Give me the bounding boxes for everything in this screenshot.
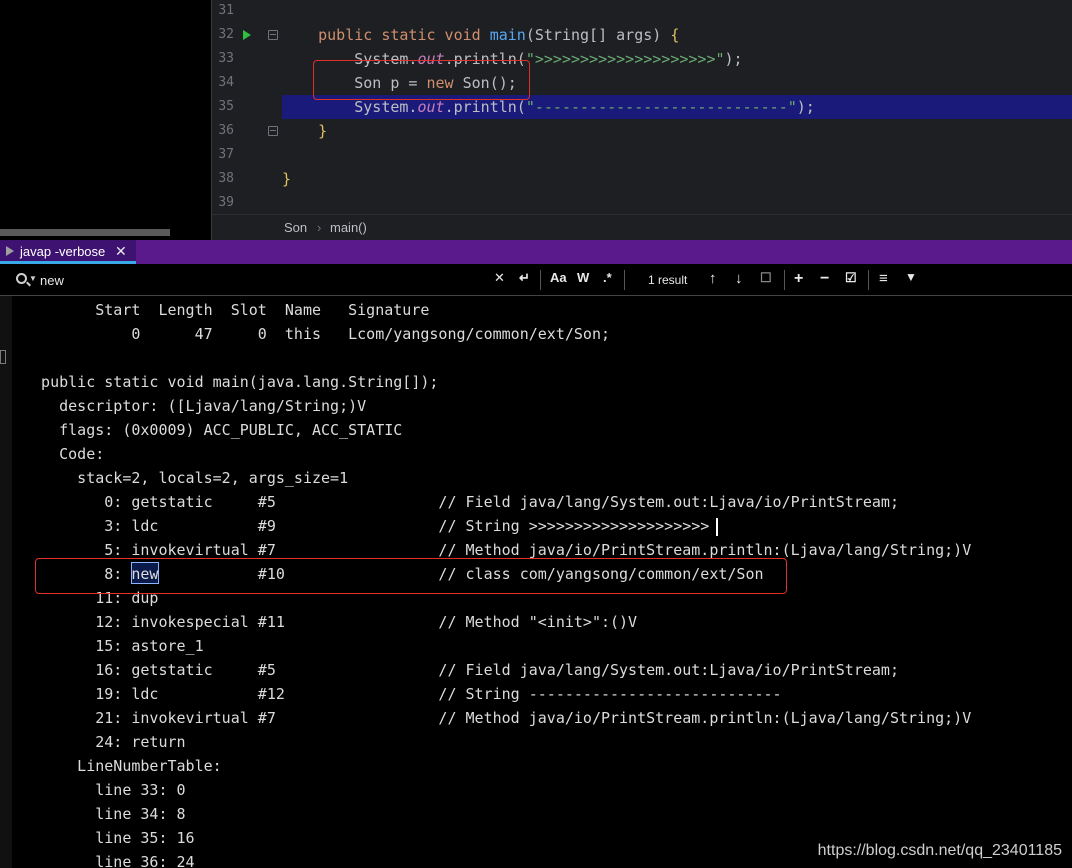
code-line[interactable]: } (282, 167, 1072, 191)
console-line: line 33: 0 (23, 781, 186, 799)
tab-javap-verbose[interactable]: javap -verbose ✕ (0, 240, 136, 264)
horizontal-scrollbar[interactable] (0, 229, 170, 236)
fold-icon[interactable] (268, 30, 278, 40)
close-icon[interactable]: ✕ (115, 243, 127, 260)
annotation-box (35, 558, 787, 594)
code-line[interactable] (282, 0, 1072, 23)
code-line[interactable]: } (282, 119, 1072, 143)
line-number: 32 (218, 27, 234, 42)
add-occurrence-icon[interactable]: + (794, 270, 803, 288)
console-line: 0 47 0 this Lcom/yangsong/common/ext/Son… (23, 325, 610, 343)
editor-gutter: 31 32 33 34 35 36 37 38 39 (212, 0, 282, 214)
console-line: 12: invokespecial #11 // Method "<init>"… (23, 613, 638, 631)
console-output[interactable]: Start Length Slot Name Signature 0 47 0 … (0, 296, 1072, 868)
select-all-icon[interactable]: ☐ (760, 270, 772, 286)
code-token: ">>>>>>>>>>>>>>>>>>>>" (525, 50, 725, 68)
console-line: descriptor: ([Ljava/lang/String;)V (23, 397, 367, 415)
console-line: line 35: 16 (23, 829, 195, 847)
console-line: public static void main(java.lang.String… (23, 373, 439, 391)
console-line: 16: getstatic #5 // Field java/lang/Syst… (23, 661, 899, 679)
fold-icon[interactable] (268, 126, 278, 136)
tool-window-tabs: javap -verbose ✕ (0, 240, 1072, 264)
line-number: 35 (218, 99, 234, 114)
console-line: 3: ldc #9 // String >>>>>>>>>>>>>>>>>>>> (23, 517, 710, 535)
search-icon[interactable] (16, 273, 27, 284)
line-number: 36 (218, 123, 234, 138)
line-number: 31 (218, 3, 234, 18)
code-editor[interactable]: 31 32 33 34 35 36 37 38 39 public static… (211, 0, 1072, 240)
console-line: 24: return (23, 733, 186, 751)
breadcrumb-class[interactable]: Son (284, 220, 307, 235)
code-token: out (417, 98, 445, 116)
console-gutter (0, 296, 12, 868)
run-gutter-icon[interactable] (243, 30, 251, 40)
console-line: 0: getstatic #5 // Field java/lang/Syste… (23, 493, 899, 511)
console-line: line 36: 24 (23, 853, 195, 868)
chevron-down-icon[interactable]: ▼ (29, 274, 37, 283)
search-input[interactable] (40, 269, 480, 291)
whole-words-button[interactable]: W (577, 270, 589, 285)
code-token: public static void (318, 26, 490, 44)
console-line: line 34: 8 (23, 805, 186, 823)
code-token: } (318, 122, 328, 140)
code-token: ); (724, 50, 743, 68)
match-case-button[interactable]: Aa (550, 270, 567, 285)
console-line: Code: (23, 445, 105, 463)
remove-occurrence-icon[interactable]: − (820, 270, 829, 288)
breadcrumb-method[interactable]: main() (330, 220, 367, 235)
tab-label: javap -verbose (20, 244, 106, 259)
breadcrumb: Son › main() (212, 214, 1072, 240)
code-token: } (282, 170, 292, 188)
divider (624, 270, 625, 290)
line-number: 37 (218, 147, 234, 162)
console-line: 15: astore_1 (23, 637, 204, 655)
line-number: 39 (218, 195, 234, 210)
code-token: main (489, 26, 526, 44)
code-line[interactable] (282, 191, 1072, 215)
code-token: ); (796, 98, 815, 116)
text-caret (716, 518, 718, 536)
console-line: 19: ldc #12 // String ------------------… (23, 685, 782, 703)
console-icon (6, 246, 14, 256)
divider (784, 270, 785, 290)
annotation-box (313, 60, 530, 100)
code-line[interactable]: public static void main(String[] args) { (282, 23, 1072, 47)
divider (868, 270, 869, 290)
divider (540, 270, 541, 290)
exclude-icon[interactable]: ☑ (845, 270, 857, 286)
line-number: 38 (218, 171, 234, 186)
console-line: stack=2, locals=2, args_size=1 (23, 469, 349, 487)
result-count: 1 result (648, 273, 688, 287)
line-number: 34 (218, 75, 234, 90)
console-line: flags: (0x0009) ACC_PUBLIC, ACC_STATIC (23, 421, 403, 439)
watermark: https://blog.csdn.net/qq_23401185 (817, 842, 1062, 859)
arrow-down-icon[interactable]: ↓ (735, 270, 743, 287)
arrow-up-icon[interactable]: ↑ (709, 270, 717, 287)
code-line[interactable] (282, 143, 1072, 167)
console-line: LineNumberTable: (23, 757, 222, 775)
code-token: (String[] args) (525, 26, 671, 44)
left-panel (0, 0, 211, 240)
code-token: System. (282, 98, 418, 116)
find-bar: ▼ ✕ ↵ Aa W .* 1 result ↑ ↓ ☐ + − ☑ ≡ ▼ (0, 264, 1072, 296)
line-number: 33 (218, 51, 234, 66)
breadcrumb-separator: › (317, 220, 322, 235)
regex-button[interactable]: .* (603, 270, 612, 285)
code-area[interactable]: public static void main(String[] args) {… (282, 0, 1072, 214)
code-token: .println( (444, 98, 526, 116)
clear-icon[interactable]: ✕ (494, 270, 505, 286)
console-line: Start Length Slot Name Signature (23, 301, 430, 319)
fold-marker[interactable] (0, 350, 6, 364)
code-token: "----------------------------" (525, 98, 797, 116)
console-line: 21: invokevirtual #7 // Method java/io/P… (23, 709, 972, 727)
code-token: { (670, 26, 680, 44)
newline-icon[interactable]: ↵ (519, 270, 530, 286)
filter-icon[interactable]: ▼ (905, 270, 917, 284)
multiline-icon[interactable]: ≡ (879, 270, 888, 287)
